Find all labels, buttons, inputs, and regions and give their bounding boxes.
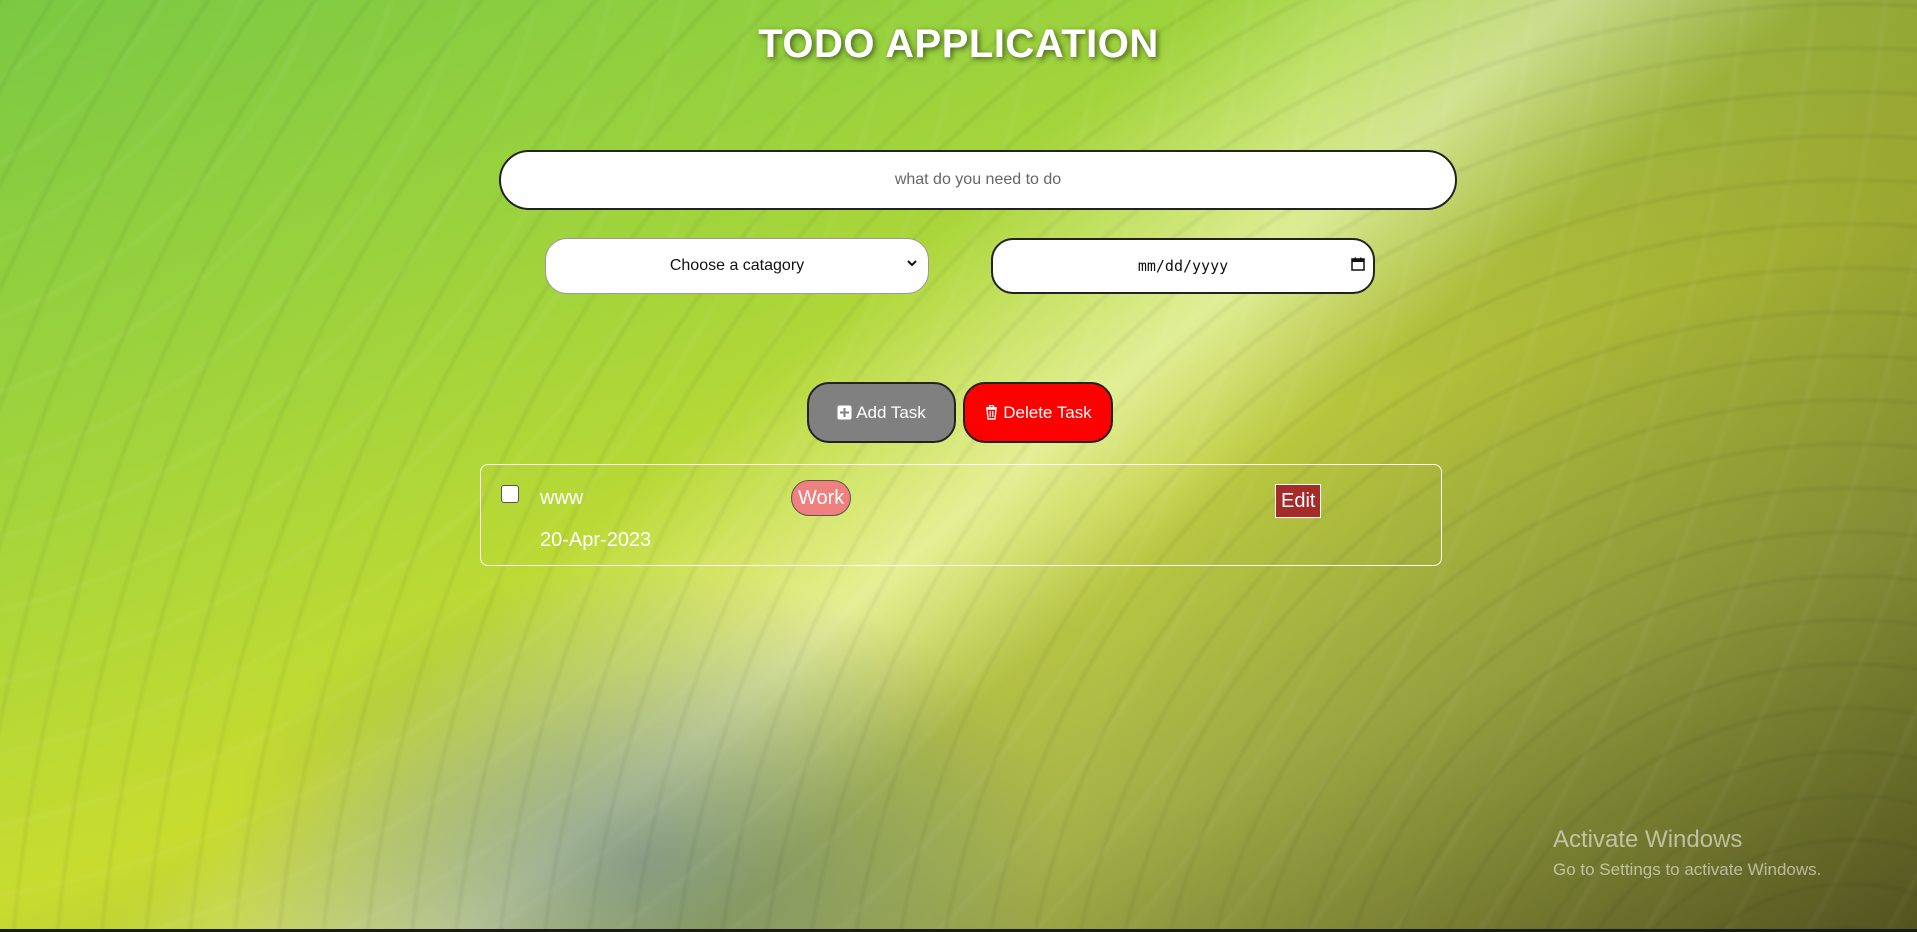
trash-icon bbox=[984, 404, 999, 420]
delete-task-button[interactable]: Delete Task bbox=[963, 382, 1113, 443]
task-category-badge: Work bbox=[791, 480, 852, 516]
task-checkbox[interactable] bbox=[501, 485, 519, 503]
activation-watermark: Activate Windows Go to Settings to activ… bbox=[1553, 826, 1821, 880]
task-name: www bbox=[540, 487, 584, 509]
edit-task-button[interactable]: Edit bbox=[1275, 484, 1322, 518]
category-select-value: Choose a catagory bbox=[669, 257, 805, 274]
add-task-label: Add Task bbox=[856, 402, 926, 422]
watermark-title: Activate Windows bbox=[1553, 826, 1743, 853]
add-task-button[interactable]: Add Task bbox=[807, 382, 956, 443]
task-input[interactable] bbox=[546, 170, 1410, 190]
chevron-down-icon bbox=[906, 256, 918, 272]
plus-square-icon bbox=[837, 405, 852, 420]
task-date: 20-Apr-2023 bbox=[540, 529, 652, 551]
delete-task-label: Delete Task bbox=[1003, 402, 1092, 422]
date-input[interactable]: mm/dd/yyyy bbox=[991, 238, 1375, 294]
category-select[interactable]: Choose a catagory bbox=[545, 238, 929, 294]
task-input-field[interactable] bbox=[499, 150, 1457, 210]
calendar-icon[interactable] bbox=[1351, 257, 1365, 271]
watermark-subtitle: Go to Settings to activate Windows. bbox=[1553, 860, 1822, 879]
task-item: www 20-Apr-2023 Work Edit bbox=[480, 464, 1442, 566]
page-title: TODO APPLICATION bbox=[758, 22, 1159, 66]
date-input-value: mm/dd/yyyy bbox=[1137, 257, 1229, 275]
